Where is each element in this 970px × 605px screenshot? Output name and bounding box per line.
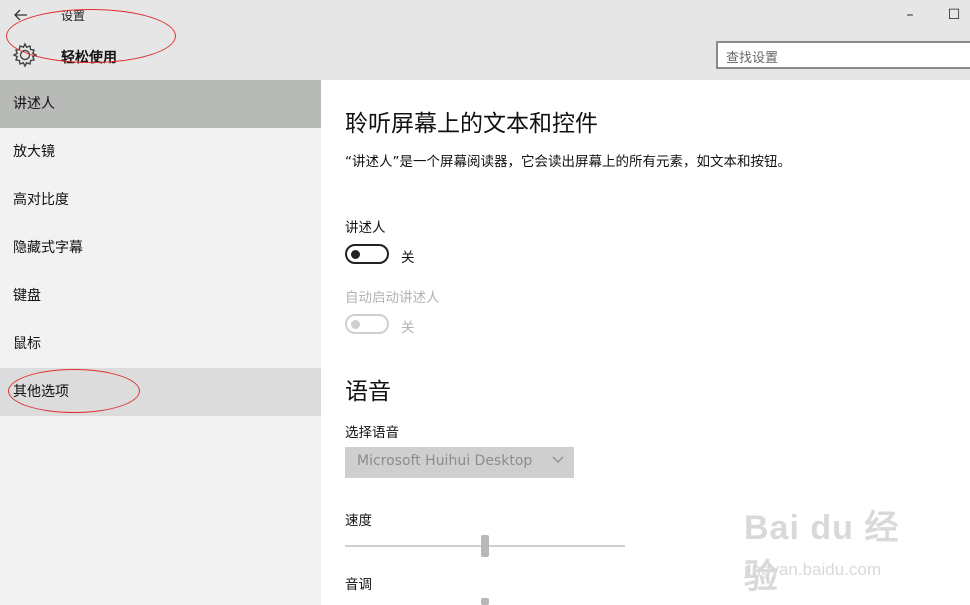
title-bar: 设置 – ☐ 轻松使用 查找设置 (0, 0, 970, 80)
narrator-label: 讲述人 (345, 220, 386, 236)
pitch-slider-thumb[interactable] (481, 598, 489, 605)
narrator-toggle-state: 关 (401, 250, 415, 266)
maximize-button[interactable]: ☐ (936, 4, 970, 26)
gear-icon (11, 41, 39, 69)
voice-heading: 语音 (345, 379, 391, 405)
watermark-url: jingyan.baidu.com (744, 560, 882, 579)
page-heading: 聆听屏幕上的文本和控件 (345, 111, 598, 137)
sidebar-item-magnifier[interactable]: 放大镜 (0, 128, 321, 176)
auto-start-toggle[interactable] (345, 314, 389, 334)
pitch-label: 音调 (345, 577, 372, 593)
narrator-description: “讲述人”是一个屏幕阅读器，它会读出屏幕上的所有元素，如文本和按钮。 (345, 154, 791, 170)
sidebar: 讲述人 放大镜 高对比度 隐藏式字幕 键盘 鼠标 其他选项 (0, 80, 321, 605)
baidu-watermark: Bai du 经验 jingyan.baidu.com (744, 500, 924, 596)
auto-start-label: 自动启动讲述人 (345, 290, 440, 306)
chevron-down-icon (552, 453, 564, 468)
sidebar-item-keyboard[interactable]: 键盘 (0, 272, 321, 320)
voice-select-value: Microsoft Huihui Desktop (357, 453, 533, 469)
search-input[interactable]: 查找设置 (716, 41, 970, 69)
sidebar-item-mouse[interactable]: 鼠标 (0, 320, 321, 368)
voice-select[interactable]: Microsoft Huihui Desktop (345, 447, 574, 478)
auto-start-toggle-state: 关 (401, 320, 415, 336)
choose-voice-label: 选择语音 (345, 425, 399, 441)
sidebar-item-closed-captions[interactable]: 隐藏式字幕 (0, 224, 321, 272)
sidebar-item-other-options[interactable]: 其他选项 (0, 368, 321, 416)
toggle-knob (351, 250, 360, 259)
window-title: 设置 (61, 9, 86, 23)
section-title: 轻松使用 (61, 50, 117, 66)
watermark-brand: Bai du 经验 (744, 509, 900, 596)
sidebar-item-high-contrast[interactable]: 高对比度 (0, 176, 321, 224)
speed-slider-thumb[interactable] (481, 535, 489, 557)
speed-label: 速度 (345, 513, 372, 529)
back-arrow-icon[interactable] (14, 6, 36, 26)
narrator-toggle[interactable] (345, 244, 389, 264)
minimize-button[interactable]: – (892, 4, 928, 26)
sidebar-item-narrator[interactable]: 讲述人 (0, 80, 321, 128)
toggle-knob (351, 320, 360, 329)
